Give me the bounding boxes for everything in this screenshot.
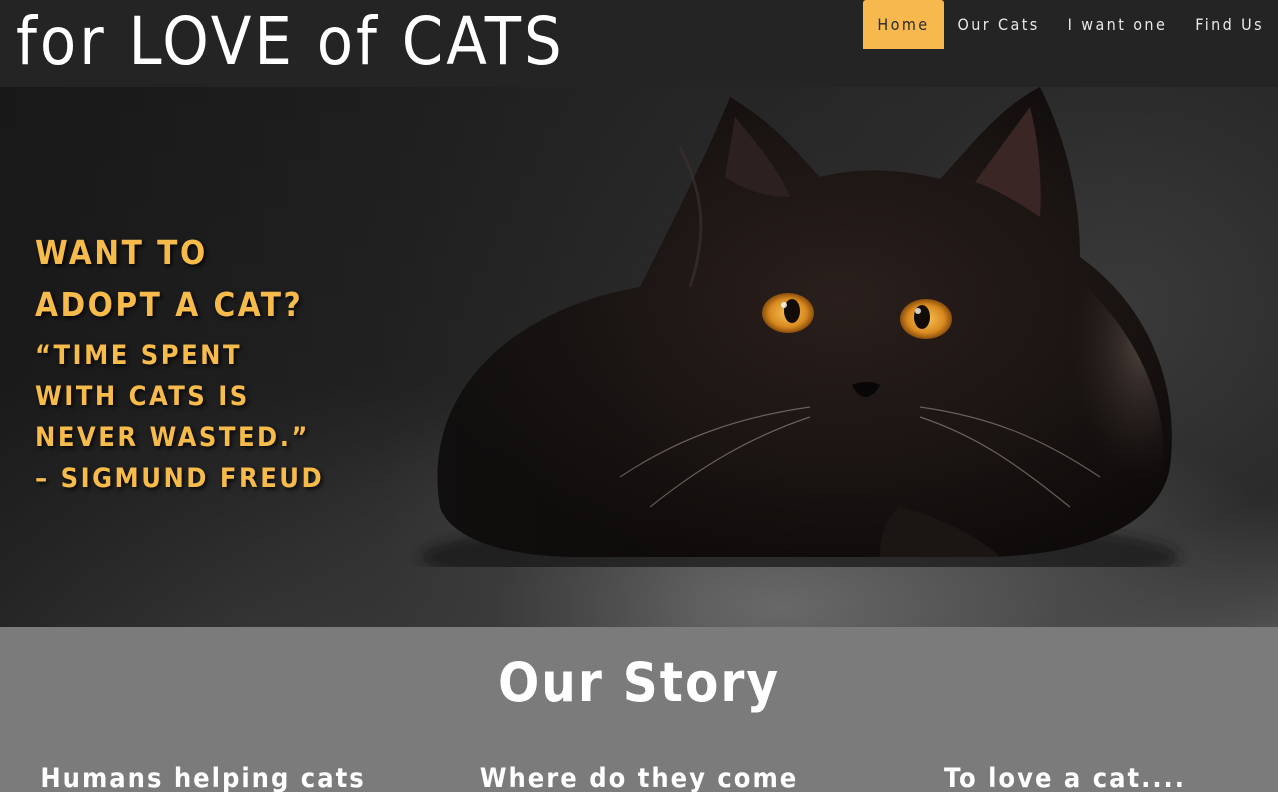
site-header: for LOVE of CATS Home Our Cats I want on… xyxy=(0,0,1278,87)
nav-home[interactable]: Home xyxy=(863,0,944,49)
nav-i-want-one[interactable]: I want one xyxy=(1054,0,1182,49)
story-column-heading: Where do they come xyxy=(479,763,799,792)
main-nav: Home Our Cats I want one Find Us xyxy=(863,0,1278,49)
hero-title: Want to adopt a cat? xyxy=(35,233,304,324)
nav-find-us[interactable]: Find Us xyxy=(1181,0,1278,49)
hero-quote: “Time spent with cats is never wasted.” … xyxy=(35,340,325,494)
story-title: Our Story xyxy=(498,651,780,714)
nav-our-cats[interactable]: Our Cats xyxy=(944,0,1054,49)
story-column-heading: Humans helping cats xyxy=(40,763,366,792)
site-brand[interactable]: for LOVE of CATS xyxy=(16,2,565,82)
hero-banner: Want to adopt a cat? “Time spent with ca… xyxy=(0,87,1278,627)
our-story-section: Our Story Humans helping cats Where do t… xyxy=(0,627,1278,792)
hero-text-block: Want to adopt a cat? “Time spent with ca… xyxy=(35,227,335,499)
story-column-heading: To love a cat.... xyxy=(943,763,1187,792)
